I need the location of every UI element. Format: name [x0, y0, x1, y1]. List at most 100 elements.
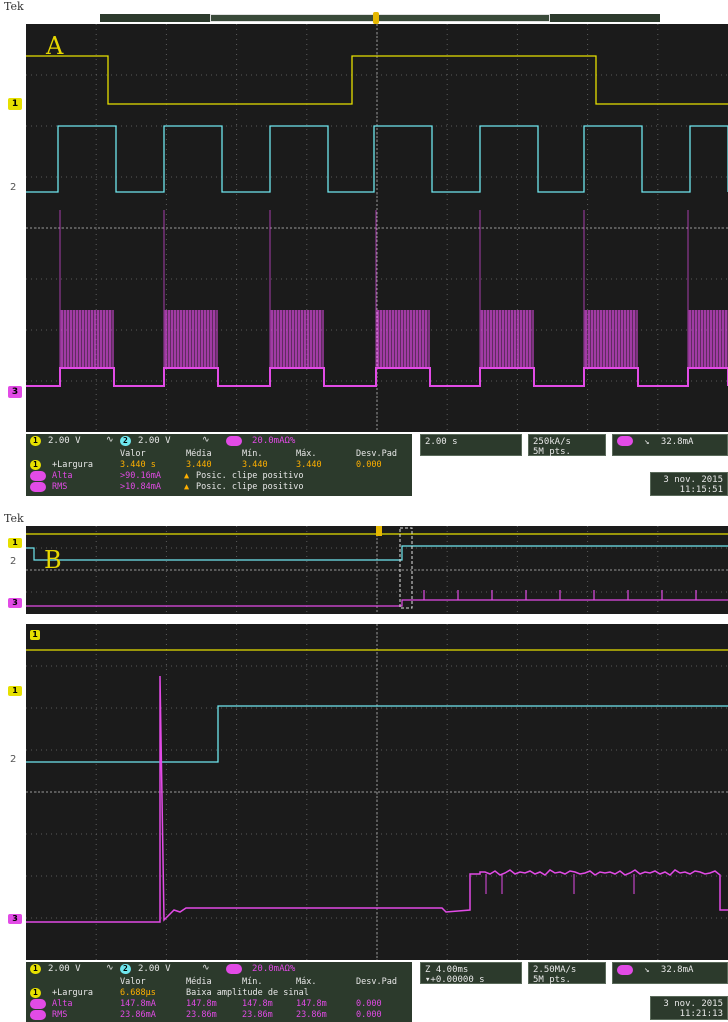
meas-value: 147.8mA — [120, 999, 156, 1009]
overview-svg-b — [26, 526, 728, 614]
channel-status-bar-a: 1 2.00 V ∿ 2 2.00 V ∿ 20.0mAΩ% — [26, 434, 412, 448]
time: 11:15:51 — [679, 485, 723, 495]
trigger-slope-icon: ↘ — [644, 437, 650, 447]
date: 3 nov. 2015 — [663, 475, 723, 485]
channel-status-bar-b: 1 2.00 V ∿ 2 2.00 V ∿ 20.0mAΩ% — [26, 962, 412, 976]
datetime-box-a: 3 nov. 2015 11:15:51 — [650, 472, 728, 496]
datetime-box-b: 3 nov. 2015 11:21:13 — [650, 996, 728, 1020]
meas-value: 147.8m — [186, 999, 217, 1009]
sample-rate: 2.50MA/s — [533, 965, 577, 975]
ch1-marker[interactable]: 1 — [8, 686, 22, 696]
meas-value: 0.000 — [356, 999, 382, 1009]
overview-display-b[interactable]: B — [26, 526, 728, 614]
meas-value: 23.86m — [186, 1010, 217, 1020]
warning-icon: ▲ — [184, 471, 190, 481]
trigger-box-a[interactable]: ↘ 32.8mA — [612, 434, 728, 456]
measurement-table-b: Valor Média Mín. Máx. Desv.Pad 1 +Largur… — [26, 976, 412, 1022]
ch3-badge[interactable] — [226, 436, 242, 446]
ch2-marker[interactable]: 2 — [10, 182, 16, 193]
ch1-scale: 2.00 V — [48, 436, 81, 446]
meas-header-valor: Valor — [120, 449, 146, 459]
waveform-display-a[interactable]: A — [26, 24, 728, 432]
meas-value: 3.440 s — [120, 460, 156, 470]
trigger-level: 32.8mA — [660, 965, 694, 975]
trigger-marker — [376, 526, 382, 536]
meas-value: 3.440 — [242, 460, 268, 470]
date: 3 nov. 2015 — [663, 999, 723, 1009]
ch3-marker[interactable]: 3 — [8, 598, 22, 608]
timebase: 2.00 s — [425, 437, 458, 447]
meas-value: 6.688µs — [120, 988, 156, 998]
meas-row-name: RMS — [52, 482, 68, 492]
ch1-badge[interactable]: 1 — [30, 964, 41, 974]
brand-label: Tek — [4, 512, 24, 525]
meas-value: >10.84mA — [120, 482, 161, 492]
trigger-slope-icon: ↘ — [644, 965, 650, 975]
ch1-scale: 2.00 V — [48, 964, 81, 974]
timebase-box-a[interactable]: 2.00 s — [420, 434, 522, 456]
ch1-marker[interactable]: 1 — [30, 630, 40, 640]
ch2-scale: 2.00 V — [138, 964, 171, 974]
panel-label-a: A — [46, 32, 64, 60]
zoom-window — [399, 527, 413, 609]
meas-header-min: Mín. — [242, 449, 263, 459]
ch1-badge[interactable]: 1 — [30, 436, 41, 446]
record-length: 5M pts. — [533, 975, 571, 985]
meas-value: 23.86mA — [120, 1010, 156, 1020]
warning-icon: ▲ — [184, 482, 190, 492]
meas-value: 147.8m — [296, 999, 327, 1009]
meas-row-ch-badge: 1 — [30, 988, 41, 998]
panel-label-b: B — [44, 546, 62, 574]
acquisition-box-b[interactable]: 2.50MA/s 5M pts. — [528, 962, 606, 985]
bandwidth-icon: ∿ — [202, 435, 210, 445]
meas-header-desvpad: Desv.Pad — [356, 449, 397, 459]
ch3-marker[interactable]: 3 — [8, 914, 22, 924]
meas-header-desvpad: Desv.Pad — [356, 977, 397, 987]
ch2-scale: 2.00 V — [138, 436, 171, 446]
meas-value: 147.8m — [242, 999, 273, 1009]
meas-value: 23.86m — [242, 1010, 273, 1020]
meas-row-name: +Largura — [52, 460, 93, 470]
meas-header-media: Média — [186, 449, 212, 459]
meas-note: Posic. clipe positivo — [196, 471, 304, 481]
measurement-table-a: Valor Média Mín. Máx. Desv.Pad 1 +Largur… — [26, 448, 412, 496]
bandwidth-icon: ∿ — [202, 963, 210, 973]
acquisition-box-a[interactable]: 250kA/s 5M pts. — [528, 434, 606, 457]
zoom-box-b[interactable]: Z 4.00ms ▾+0.00000 s — [420, 962, 522, 985]
meas-row-name: Alta — [52, 999, 73, 1009]
meas-row-name: Alta — [52, 471, 73, 481]
waveform-svg-a — [26, 24, 728, 432]
meas-header-max: Máx. — [296, 977, 317, 987]
ch1-marker[interactable]: 1 — [8, 538, 22, 548]
time: 11:21:13 — [679, 1009, 723, 1019]
ch2-badge[interactable]: 2 — [120, 436, 131, 446]
meas-note: Baixa amplitude de sinal — [186, 988, 309, 998]
ch2-marker[interactable]: 2 — [10, 754, 16, 765]
meas-value: 23.86m — [296, 1010, 327, 1020]
meas-value: 3.440 — [186, 460, 212, 470]
bandwidth-icon: ∿ — [106, 435, 114, 445]
meas-row-ch-badge — [30, 482, 46, 492]
ch3-marker[interactable]: 3 — [8, 386, 22, 398]
meas-value: 3.440 — [296, 460, 322, 470]
ch3-scale: 20.0mAΩ% — [252, 964, 296, 974]
meas-row-ch-badge: 1 — [30, 460, 41, 470]
zoom-svg-b — [26, 624, 728, 960]
meas-value: 0.000 — [356, 1010, 382, 1020]
meas-row-name: RMS — [52, 1010, 68, 1020]
ch2-marker[interactable]: 2 — [10, 556, 16, 567]
trigger-position-icon[interactable] — [373, 12, 379, 24]
trigger-source-badge — [617, 436, 633, 446]
ch3-trace — [26, 367, 728, 387]
meas-note: Posic. clipe positivo — [196, 482, 304, 492]
trigger-level: 32.8mA — [660, 437, 694, 447]
ch3-badge[interactable] — [226, 964, 242, 974]
zoom-scale: Z 4.00ms — [425, 965, 469, 975]
ch2-badge[interactable]: 2 — [120, 964, 131, 974]
meas-row-ch-badge — [30, 471, 46, 481]
meas-row-name: +Largura — [52, 988, 93, 998]
trigger-source-badge — [617, 965, 633, 975]
zoom-display-b[interactable] — [26, 624, 728, 960]
trigger-box-b[interactable]: ↘ 32.8mA — [612, 962, 728, 984]
ch1-marker[interactable]: 1 — [8, 98, 22, 110]
